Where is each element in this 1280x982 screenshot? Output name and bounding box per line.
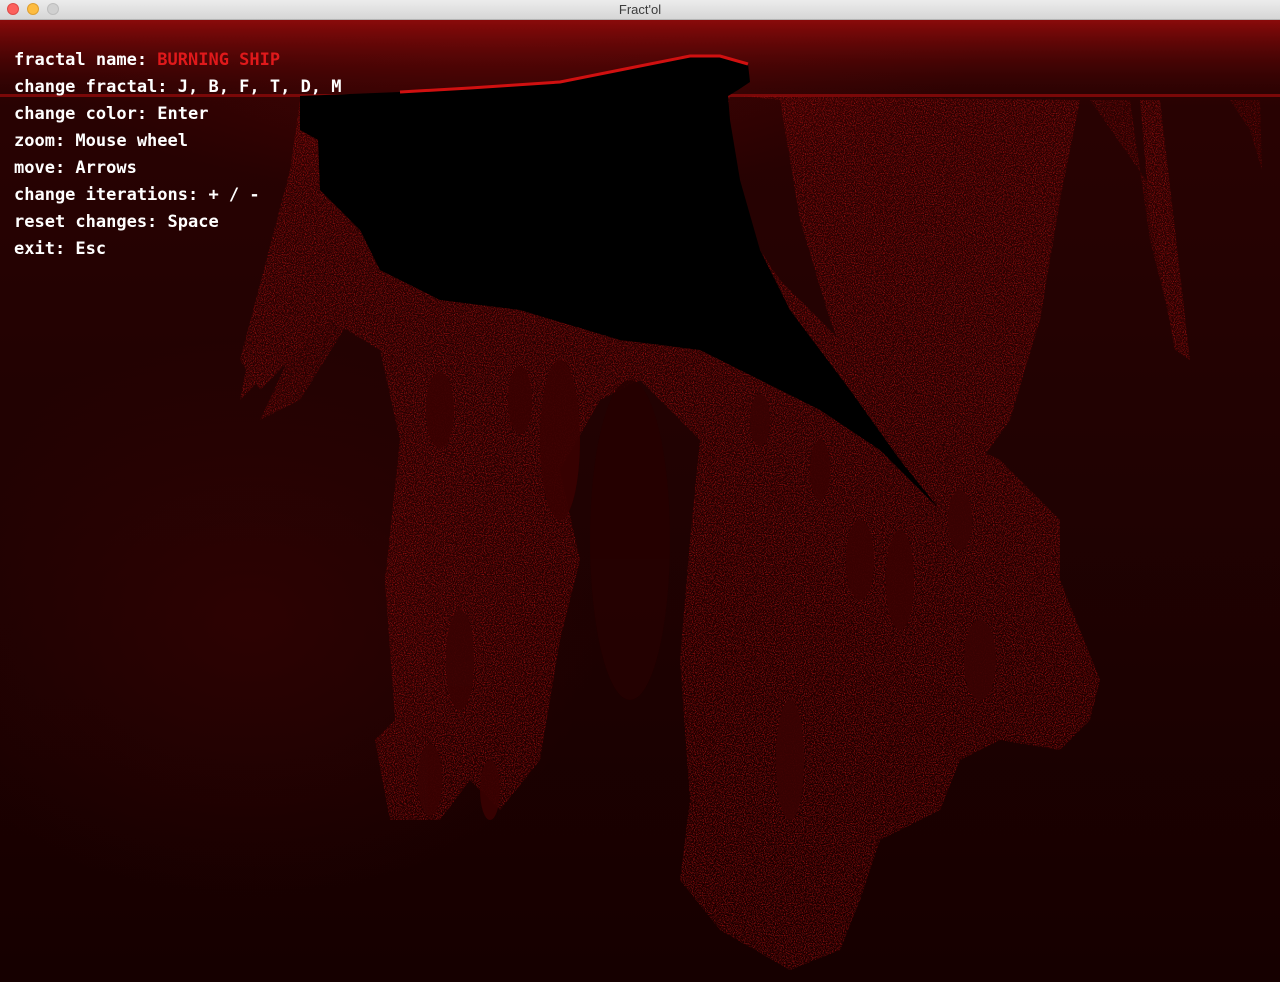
fractol-window: Fract'ol fractal name: BURNING SHIP chan… bbox=[0, 0, 1280, 982]
fractal-name-label: fractal name: bbox=[14, 50, 158, 70]
fractal-name-value: BURNING SHIP bbox=[157, 50, 281, 70]
reset-changes-hint: reset changes: Space bbox=[14, 212, 219, 232]
fractal-name-line: fractal name: BURNING SHIP bbox=[14, 47, 342, 74]
change-fractal-hint: change fractal: J, B, F, T, D, M bbox=[14, 77, 342, 97]
title-bar[interactable]: Fract'ol bbox=[0, 0, 1280, 20]
change-iterations-hint: change iterations: + / - bbox=[14, 185, 260, 205]
help-overlay: fractal name: BURNING SHIP change fracta… bbox=[14, 47, 342, 263]
move-hint: move: Arrows bbox=[14, 158, 137, 178]
fractal-canvas[interactable]: fractal name: BURNING SHIP change fracta… bbox=[0, 20, 1280, 982]
exit-hint: exit: Esc bbox=[14, 239, 107, 259]
zoom-hint: zoom: Mouse wheel bbox=[14, 131, 188, 151]
change-color-hint: change color: Enter bbox=[14, 104, 209, 124]
window-title: Fract'ol bbox=[618, 2, 662, 17]
